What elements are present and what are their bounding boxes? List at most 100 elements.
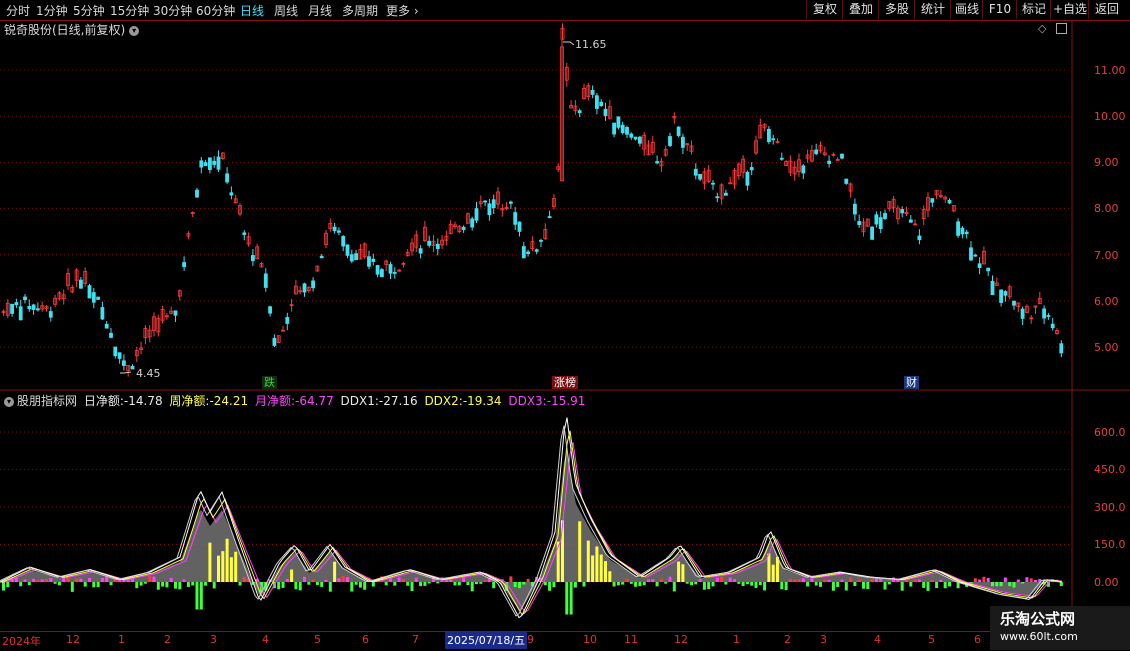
candle-body — [203, 162, 208, 167]
candle-body — [612, 122, 616, 135]
volume-bar — [290, 569, 294, 582]
date-label: 12 — [674, 633, 688, 646]
candle-body — [195, 189, 199, 198]
candle-body — [956, 221, 960, 236]
candle-body — [526, 251, 530, 254]
candle-body — [947, 199, 952, 204]
volume-bar — [694, 582, 698, 585]
volume-bar — [32, 578, 36, 582]
candle-body — [590, 89, 595, 95]
volume-bar — [1025, 577, 1029, 582]
candle-body — [212, 160, 217, 165]
volume-bar — [874, 578, 878, 582]
candle-body — [319, 255, 324, 259]
ddx3-label: DDX3: — [508, 394, 547, 408]
candle-body — [638, 136, 642, 144]
volume-bar — [690, 582, 693, 586]
candle-body — [483, 200, 488, 203]
volume-bar — [483, 580, 487, 582]
volume-bar — [552, 582, 556, 588]
volume-bar — [40, 579, 44, 582]
volume-bar — [6, 582, 10, 588]
event-marker-drop[interactable]: 跌 — [262, 376, 277, 389]
candle-body — [711, 182, 715, 185]
volume-bar — [905, 580, 908, 582]
volume-bar — [604, 561, 607, 582]
volume-bar — [973, 578, 977, 582]
date-label: 2 — [164, 633, 171, 646]
candle-body — [539, 239, 543, 242]
volume-bar — [948, 582, 951, 587]
volume-bar — [840, 579, 844, 582]
volume-bar — [225, 538, 229, 582]
volume-bar — [384, 582, 388, 586]
candle-body — [48, 311, 53, 318]
volume-bar — [819, 582, 822, 587]
event-marker-list[interactable]: 涨榜 — [552, 376, 578, 389]
volume-bar — [328, 582, 332, 592]
candle-body — [109, 332, 113, 338]
candle-body — [122, 360, 126, 366]
candle-body — [693, 168, 698, 176]
weekly-net-value: -24.21 — [209, 394, 249, 408]
candle-body — [418, 248, 423, 254]
candle-body — [853, 203, 857, 215]
volume-bar — [1034, 579, 1037, 582]
volume-bar — [229, 557, 233, 582]
y-tick-label: 5.00 — [1094, 341, 1119, 354]
candle-body — [883, 213, 887, 219]
volume-bar — [212, 582, 216, 589]
low-price-label: 4.45 — [136, 367, 161, 380]
volume-bar — [208, 542, 212, 582]
candle-body — [874, 214, 879, 225]
candle-body — [814, 149, 819, 155]
indicator-y-tick: 150.0 — [1094, 538, 1126, 551]
date-label: 2 — [784, 633, 791, 646]
volume-bar — [341, 576, 345, 582]
date-axis: 2024年 12 1 2 3 4 5 6 7 2025/07/18/五 9 10… — [0, 631, 1130, 651]
y-tick-label: 8.00 — [1094, 202, 1119, 215]
volume-bar — [277, 582, 281, 590]
volume-bar — [1021, 582, 1025, 584]
candle-body — [577, 110, 582, 114]
event-marker-finance[interactable]: 财 — [904, 376, 919, 389]
date-label: 7 — [412, 633, 419, 646]
candle-body — [216, 156, 221, 170]
volume-bar — [621, 582, 625, 585]
candle-body — [616, 116, 621, 128]
volume-bar — [707, 582, 711, 590]
candle-body — [371, 258, 376, 262]
volume-bar — [698, 578, 702, 582]
candle-body — [878, 217, 883, 229]
volume-bar — [647, 579, 650, 582]
volume-bar — [174, 582, 177, 589]
volume-bar — [36, 580, 40, 582]
volume-bar — [651, 579, 655, 582]
candle-body — [345, 244, 350, 256]
candle-body — [513, 212, 518, 225]
candle-body — [517, 221, 522, 232]
y-tick-label: 11.00 — [1094, 64, 1126, 77]
candle-body — [388, 264, 393, 274]
candle-body — [474, 208, 479, 221]
volume-bar — [92, 582, 96, 588]
volume-bar — [522, 582, 526, 585]
candlesticks — [1, 23, 1064, 377]
volume-bar — [2, 582, 5, 591]
candle-body — [840, 153, 844, 159]
volume-bar — [57, 582, 61, 586]
volume-bar — [479, 582, 483, 584]
volume-bar — [303, 576, 306, 582]
candle-body — [311, 280, 316, 289]
volume-bar — [849, 577, 853, 582]
volume-bar — [83, 582, 87, 587]
candle-body — [341, 236, 346, 247]
monthly-net-value: -64.77 — [295, 394, 334, 408]
volume-bar — [186, 582, 190, 587]
candle-body — [676, 126, 681, 136]
chevron-down-icon[interactable]: ▾ — [4, 396, 14, 407]
volume-bar — [900, 582, 904, 591]
date-label: 4 — [262, 633, 269, 646]
volume-bar — [578, 521, 582, 582]
candle-body — [1012, 300, 1016, 306]
